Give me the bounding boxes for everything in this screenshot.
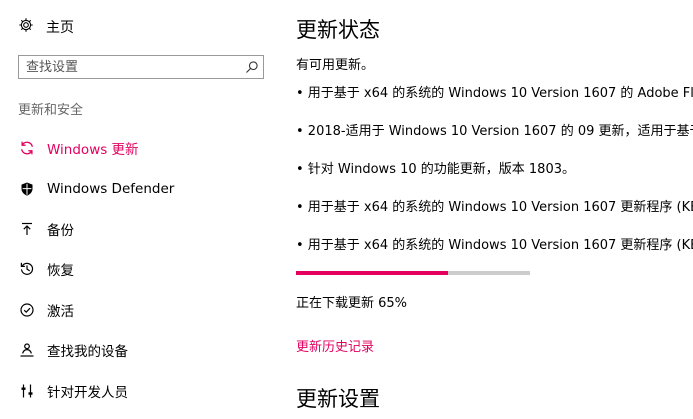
sidebar: 主页 更新和安全 (0, 0, 280, 419)
download-progress-bar (296, 271, 530, 275)
sidebar-item-label: 恢复 (47, 263, 74, 280)
update-item: • 用于基于 x64 的系统的 Windows 10 Version 1607 … (296, 238, 693, 253)
sidebar-nav: Windows 更新 Windows Defender 备份 恢复 激活 查找我… (0, 128, 280, 411)
developer-sliders-icon (18, 382, 36, 400)
download-progress-fill (296, 271, 449, 275)
home-nav-item[interactable]: 主页 (18, 16, 74, 38)
person-locate-icon (18, 341, 36, 359)
backup-arrow-icon (18, 220, 36, 238)
update-settings-heading: 更新设置 (296, 387, 380, 411)
sidebar-item-label: Windows Defender (47, 180, 175, 197)
update-list: • 用于基于 x64 的系统的 Windows 10 Version 1607 … (296, 82, 693, 272)
update-item: • 用于基于 x64 的系统的 Windows 10 Version 1607 … (296, 200, 693, 215)
updates-available-text: 有可用更新。 (296, 58, 375, 73)
update-status-heading: 更新状态 (296, 18, 380, 42)
search-box[interactable] (18, 55, 264, 79)
sidebar-item-label: 激活 (47, 303, 74, 320)
sidebar-item-backup[interactable]: 备份 (0, 209, 280, 249)
shield-icon (18, 180, 36, 198)
history-icon (18, 260, 36, 278)
gear-icon (18, 17, 34, 37)
check-circle-icon (18, 301, 36, 319)
update-item: • 针对 Windows 10 的功能更新，版本 1803。 (296, 162, 575, 177)
sidebar-item-for-developers[interactable]: 针对开发人员 (0, 370, 280, 410)
update-item: • 2018-适用于 Windows 10 Version 1607 的 09 … (296, 124, 693, 139)
sidebar-item-windows-update[interactable]: Windows 更新 (0, 128, 280, 168)
update-history-link[interactable]: 更新历史记录 (296, 336, 374, 355)
sidebar-item-activation[interactable]: 激活 (0, 290, 280, 330)
main-content: 更新状态 有可用更新。 • 用于基于 x64 的系统的 Windows 10 V… (296, 0, 693, 419)
refresh-icon (18, 139, 36, 157)
sidebar-item-windows-defender[interactable]: Windows Defender (0, 168, 280, 208)
search-icon[interactable] (241, 56, 263, 78)
download-status-text: 正在下载更新 65% (296, 296, 408, 311)
sidebar-item-find-my-device[interactable]: 查找我的设备 (0, 330, 280, 370)
sidebar-item-label: Windows 更新 (47, 142, 139, 159)
sidebar-item-label: 查找我的设备 (47, 344, 128, 361)
section-title: 更新和安全 (18, 103, 84, 118)
sidebar-item-label: 备份 (47, 222, 74, 239)
sidebar-item-recovery[interactable]: 恢复 (0, 249, 280, 289)
home-label: 主页 (46, 20, 74, 36)
sidebar-item-label: 针对开发人员 (47, 384, 128, 401)
update-item: • 用于基于 x64 的系统的 Windows 10 Version 1607 … (296, 86, 693, 101)
search-input[interactable] (19, 57, 241, 77)
